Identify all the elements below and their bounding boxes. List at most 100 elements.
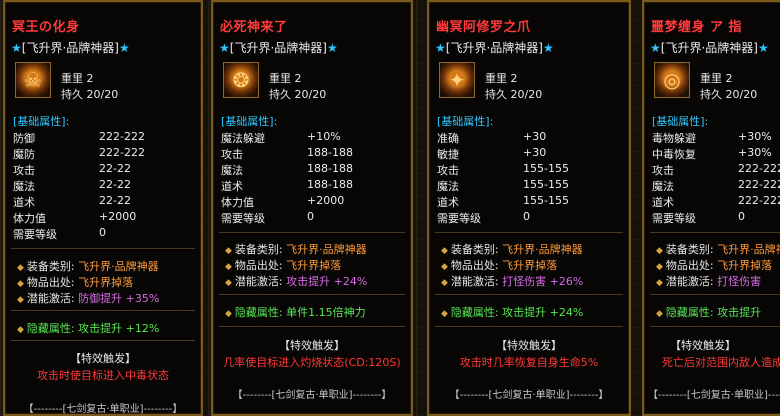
item-title: 噩梦缠身 ア 指 xyxy=(651,20,743,35)
stat-value: 222-222 xyxy=(738,178,780,191)
item-title: 幽冥阿修罗之爪 xyxy=(436,20,531,35)
footer-label: 【--------[七剑复古·单职业]--------】 xyxy=(23,404,183,415)
stat-row: 魔防 222-222 xyxy=(13,146,145,162)
stat-value: 188-188 xyxy=(307,146,353,159)
rank-label: [飞升界·品牌神器] xyxy=(445,41,543,55)
diamond-icon: ◆ xyxy=(17,279,24,289)
stat-row: 敏捷 +30 xyxy=(437,146,546,162)
star-icon: ★ xyxy=(11,41,22,55)
divider xyxy=(11,310,195,311)
stat-key: 攻击 xyxy=(652,164,674,177)
weight-label: 重里 2 xyxy=(485,72,518,85)
stat-row: 需要等级 0 xyxy=(652,210,745,226)
stat-row: 准确 +30 xyxy=(437,130,546,146)
item-title: 冥王の化身 xyxy=(12,20,80,35)
stat-key: 魔法 xyxy=(652,180,674,193)
diamond-icon: ◆ xyxy=(656,309,663,319)
stat-key: 道术 xyxy=(652,196,674,209)
stat-value: +10% xyxy=(307,130,341,143)
stat-row: 攻击 188-188 xyxy=(221,146,353,162)
diamond-icon: ◆ xyxy=(656,278,663,288)
info-row: ◆装备类别: 飞升界·品牌神器 xyxy=(225,243,367,256)
footer-label: 【--------[七剑复古·单职业]--------】 xyxy=(449,390,609,401)
stat-key: 魔防 xyxy=(13,148,35,161)
info-row: ◆ 潜能激活: 打怪伤害 xyxy=(656,275,762,288)
stat-key: 魔法 xyxy=(221,164,243,177)
stat-key: 道术 xyxy=(13,196,35,209)
hidden-attribute: ◆ 隐藏属性: 攻击提升 +24% xyxy=(441,306,584,319)
stat-row: 道术 22-22 xyxy=(13,194,131,210)
diamond-icon: ◆ xyxy=(656,262,663,272)
stat-key: 体力值 xyxy=(13,212,46,225)
stat-row: 魔法 155-155 xyxy=(437,178,569,194)
base-attributes-label: [基础属性]: xyxy=(652,115,709,128)
star-icon: ★ xyxy=(219,41,230,55)
info-row: ◆装备类别: 飞升界·品牌神器 xyxy=(656,243,780,256)
hidden-attribute: ◆ 隐藏属性: 攻击提升 xyxy=(656,306,762,319)
stat-row: 体力值 +2000 xyxy=(221,194,344,210)
special-effect: 死亡后对范围内敌人造成 xyxy=(662,356,780,369)
item-tooltip-panel: 噩梦缠身 ア 指 ★[飞升界·品牌神器]★ ◎ 重里 2 持久 20/20 [基… xyxy=(642,0,780,416)
stat-row: 魔法 188-188 xyxy=(221,162,353,178)
diamond-icon: ◆ xyxy=(441,278,448,288)
stat-key: 道术 xyxy=(221,180,243,193)
stat-key: 魔法 xyxy=(13,180,35,193)
stat-value: 0 xyxy=(738,210,745,223)
star-icon: ★ xyxy=(326,41,338,55)
stat-key: 敏捷 xyxy=(437,148,459,161)
divider xyxy=(650,232,780,233)
rank-label: [飞升界·品牌神器] xyxy=(660,41,758,55)
stat-value: 0 xyxy=(523,210,530,223)
stat-value: +2000 xyxy=(99,210,137,223)
stat-value: +2000 xyxy=(307,194,345,207)
stat-row: 魔法 22-22 xyxy=(13,178,131,194)
special-effect: 攻击时使目标进入中毒状态 xyxy=(37,369,169,382)
stat-value: 222-222 xyxy=(738,162,780,175)
divider xyxy=(11,248,195,249)
stat-value: 188-188 xyxy=(307,178,353,191)
diamond-icon: ◆ xyxy=(17,325,24,335)
stat-key: 魔法 xyxy=(437,180,459,193)
info-row: ◆ 潜能激活: 攻击提升 +24% xyxy=(225,275,368,288)
stat-value: 222-222 xyxy=(99,130,145,143)
hidden-attribute: ◆ 隐藏属性: 单件1.15倍神力 xyxy=(225,306,366,319)
item-tooltip-panel: 幽冥阿修罗之爪 ★[飞升界·品牌神器]★ ✦ 重里 2 持久 20/20 [基础… xyxy=(427,0,631,416)
helmet-icon: ☠ xyxy=(15,62,51,98)
info-row: ◆ 潜能激活: 打怪伤害 +26% xyxy=(441,275,584,288)
stat-value: 22-22 xyxy=(99,162,131,175)
stat-row: 道术 222-222 xyxy=(652,194,780,210)
info-row: ◆装备类别: 飞升界·品牌神器 xyxy=(17,260,159,273)
divider xyxy=(650,294,780,295)
stat-row: 攻击 155-155 xyxy=(437,162,569,178)
item-tooltip-panel: 必死神来了 ★[飞升界·品牌神器]★ ❂ 重里 2 持久 20/20 [基础属性… xyxy=(211,0,413,416)
durability-label: 持久 20/20 xyxy=(485,88,543,101)
rank-label: [飞升界·品牌神器] xyxy=(229,41,327,55)
diamond-icon: ◆ xyxy=(225,309,232,319)
stat-row: 需要等级 0 xyxy=(437,210,530,226)
base-attributes-label: [基础属性]: xyxy=(221,115,278,128)
item-tooltip-panel: 冥王の化身 ★[飞升界·品牌神器]★ ☠ 重里 2 持久 20/20 [基础属性… xyxy=(3,0,203,416)
stat-value: 22-22 xyxy=(99,194,131,207)
diamond-icon: ◆ xyxy=(17,295,24,305)
durability-label: 持久 20/20 xyxy=(61,88,119,101)
stat-key: 毒物躲避 xyxy=(652,132,696,145)
durability-label: 持久 20/20 xyxy=(700,88,758,101)
ring-icon: ◎ xyxy=(654,62,690,98)
stat-key: 需要等级 xyxy=(13,228,57,241)
item-rank: ★[飞升界·品牌神器]★ xyxy=(219,39,338,56)
special-trigger-label: 【特效触发】 xyxy=(670,339,736,352)
star-icon: ★ xyxy=(118,41,130,55)
stat-value: 222-222 xyxy=(738,194,780,207)
divider xyxy=(435,326,623,327)
diamond-icon: ◆ xyxy=(441,262,448,272)
star-icon: ★ xyxy=(757,41,769,55)
stat-row: 道术 188-188 xyxy=(221,178,353,194)
stat-value: 155-155 xyxy=(523,162,569,175)
stat-row: 魔法 222-222 xyxy=(652,178,780,194)
diamond-icon: ◆ xyxy=(225,246,232,256)
special-effect: 攻击时几率恢复自身生命5% xyxy=(459,356,599,369)
stat-row: 攻击 222-222 xyxy=(652,162,780,178)
stat-key: 体力值 xyxy=(221,196,254,209)
star-icon: ★ xyxy=(650,41,661,55)
diamond-icon: ◆ xyxy=(17,263,24,273)
